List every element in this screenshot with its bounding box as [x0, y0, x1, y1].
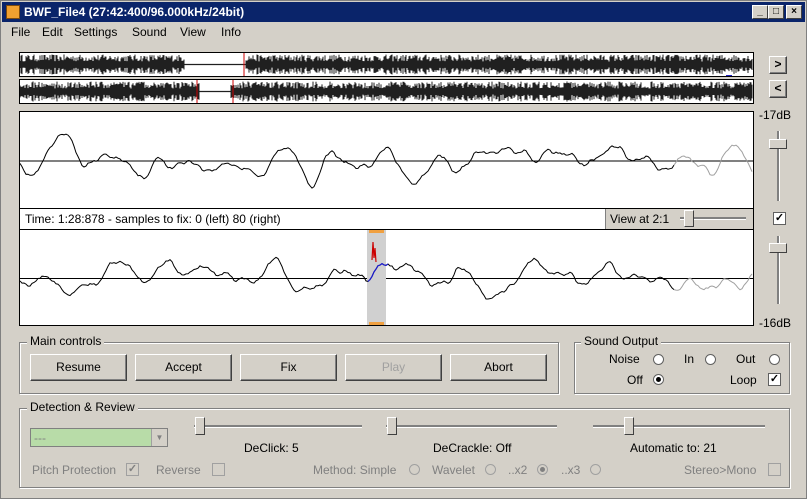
main-controls-label: Main controls [27, 334, 105, 348]
wavelet-radio[interactable] [485, 464, 496, 475]
link-levels-checkbox[interactable]: ✓ [773, 212, 786, 225]
abort-button[interactable]: Abort [450, 354, 547, 381]
view-zoom-slider[interactable] [684, 210, 694, 227]
app-window: BWF_File4 (27:42:400/96.000kHz/24bit) _ … [0, 0, 807, 499]
noise-label: Noise [609, 352, 640, 366]
out-label: Out [736, 352, 756, 366]
chevron-down-icon[interactable]: ▼ [151, 429, 167, 446]
automatic-label: Automatic to: 21 [630, 441, 717, 455]
menu-view[interactable]: View [180, 25, 206, 39]
decrackle-label: DeCrackle: Off [433, 441, 512, 455]
close-icon[interactable]: × [786, 5, 802, 19]
menu-settings[interactable]: Settings [74, 25, 117, 39]
view-zoom-control: View at 2:1 [605, 209, 753, 229]
play-button[interactable]: Play [345, 354, 442, 381]
stereo-mono-label: Stereo>Mono [684, 463, 757, 477]
loop-label: Loop [730, 373, 757, 387]
fix-button[interactable]: Fix [240, 354, 337, 381]
scroll-back-button[interactable]: < [769, 80, 787, 98]
stereo-mono-checkbox[interactable] [768, 463, 781, 476]
repair-handle-bottom [369, 322, 384, 325]
detection-review-label: Detection & Review [27, 400, 138, 414]
declick-label: DeClick: 5 [244, 441, 299, 455]
maximize-icon[interactable]: □ [768, 5, 784, 19]
repair-region [367, 230, 386, 325]
title-bar[interactable]: BWF_File4 (27:42:400/96.000kHz/24bit) _ … [2, 2, 805, 22]
decrackle-slider[interactable] [387, 417, 397, 435]
overview-waveform-left-svg [20, 53, 753, 76]
repair-handle-top [369, 230, 384, 233]
detail-waveform-left[interactable] [19, 111, 754, 209]
status-row: Time: 1:28:878 - samples to fix: 0 (left… [19, 208, 754, 230]
level-top-slider[interactable] [769, 139, 787, 149]
pitch-protection-checkbox[interactable]: ✓ [126, 463, 139, 476]
automatic-slider[interactable] [624, 417, 634, 435]
scroll-position-indicator [726, 75, 732, 76]
java-app-icon [6, 5, 20, 19]
level-top-label: -17dB [759, 108, 792, 122]
method-simple-label: Method: Simple [313, 463, 397, 477]
waveform-line-preview [673, 144, 753, 176]
overview-envelope [20, 81, 753, 102]
menu-edit[interactable]: Edit [42, 25, 63, 39]
out-radio[interactable] [769, 354, 780, 365]
reverse-checkbox[interactable] [212, 463, 225, 476]
in-label: In [684, 352, 695, 366]
minimize-icon[interactable]: _ [752, 5, 768, 19]
status-text: Time: 1:28:878 - samples to fix: 0 (left… [25, 212, 281, 226]
overview-waveform-right-svg [20, 80, 753, 103]
detail-waveform-left-svg [20, 133, 753, 189]
menu-sound[interactable]: Sound [132, 25, 167, 39]
overview-waveform-left[interactable] [19, 52, 754, 77]
menu-info[interactable]: Info [221, 25, 241, 39]
detail-waveform-right[interactable] [19, 229, 754, 326]
x2-label: ..x2 [508, 463, 528, 477]
x3-radio[interactable] [590, 464, 601, 475]
sound-output-group [574, 342, 790, 394]
detail-waveform-right-svg [20, 230, 753, 325]
x3-label: ..x3 [561, 463, 581, 477]
level-bottom-slider[interactable] [769, 243, 787, 253]
method-simple-radio[interactable] [409, 464, 420, 475]
x2-radio[interactable] [537, 464, 548, 475]
resume-button[interactable]: Resume [30, 354, 127, 381]
detection-preset-combo[interactable]: --- ▼ [30, 428, 168, 447]
scroll-forward-button[interactable]: > [769, 56, 787, 74]
pitch-protection-label: Pitch Protection [32, 463, 117, 477]
menu-bar: File Edit Settings Sound View Info [2, 23, 805, 41]
loop-checkbox[interactable]: ✓ [768, 373, 781, 386]
off-label: Off [627, 373, 643, 387]
declick-slider[interactable] [195, 417, 205, 435]
reverse-label: Reverse [156, 463, 201, 477]
noise-radio[interactable] [653, 354, 664, 365]
overview-envelope [20, 54, 753, 75]
declick-track [194, 425, 362, 428]
automatic-track [593, 425, 765, 428]
window-title: BWF_File4 (27:42:400/96.000kHz/24bit) [24, 5, 245, 19]
menu-file[interactable]: File [11, 25, 30, 39]
waveform-line-preview [673, 273, 753, 291]
view-zoom-label: View at 2:1 [610, 212, 670, 226]
detection-preset-value: --- [34, 431, 46, 445]
sound-output-label: Sound Output [581, 334, 662, 348]
decrackle-track [386, 425, 557, 428]
wavelet-label: Wavelet [432, 463, 475, 477]
accept-button[interactable]: Accept [135, 354, 232, 381]
overview-waveform-right[interactable] [19, 79, 754, 104]
level-bottom-label: -16dB [759, 316, 792, 330]
off-radio[interactable] [653, 374, 664, 385]
in-radio[interactable] [705, 354, 716, 365]
